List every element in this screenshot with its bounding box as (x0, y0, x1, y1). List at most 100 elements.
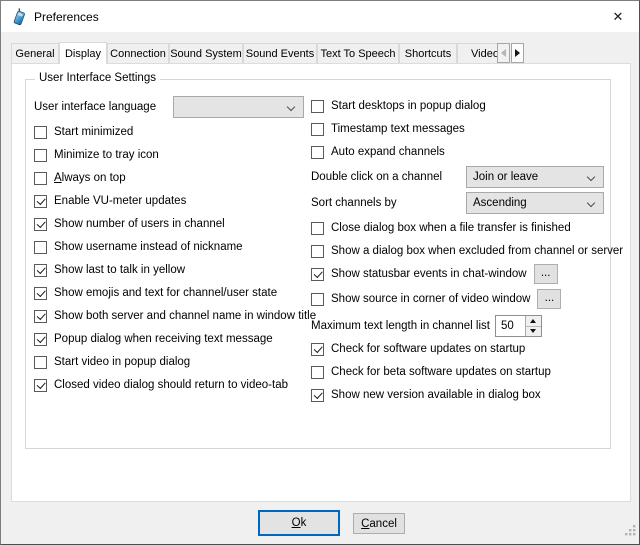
checkbox-label: Check for software updates on startup (331, 343, 525, 355)
max-text-length-spinbox[interactable]: 50 (495, 315, 542, 337)
checkbox[interactable] (311, 389, 324, 402)
checkbox[interactable] (34, 264, 47, 277)
arrow-right-icon (515, 49, 520, 57)
checkbox-label: Timestamp text messages (331, 123, 465, 135)
checkbox[interactable] (34, 149, 47, 162)
checkbox[interactable] (34, 333, 47, 346)
checkbox-start-video-in-popup[interactable]: Start video in popup dialog (34, 353, 190, 371)
arrow-left-icon (501, 49, 506, 57)
spinbox-value: 50 (496, 316, 525, 336)
checkbox-label: Show source in corner of video window (331, 293, 530, 305)
tab-text-to-speech[interactable]: Text To Speech (317, 43, 399, 63)
close-button[interactable]: ✕ (605, 7, 631, 27)
checkbox-label: Show emojis and text for channel/user st… (54, 287, 277, 299)
group-box-title: User Interface Settings (35, 72, 160, 84)
checkbox-show-server-and-channel-name[interactable]: Show both server and channel name in win… (34, 307, 316, 325)
checkbox-popup-dialog-text-message[interactable]: Popup dialog when receiving text message (34, 330, 273, 348)
ok-button-label: Ok (292, 517, 307, 529)
checkbox-show-new-version[interactable]: Show new version available in dialog box (311, 386, 541, 404)
checkbox[interactable] (311, 146, 324, 159)
video-source-more-button[interactable]: ... (537, 289, 561, 309)
checkbox[interactable] (311, 343, 324, 356)
checkbox-timestamp-messages[interactable]: Timestamp text messages (311, 120, 465, 138)
checkbox-show-username-instead-of-nickname[interactable]: Show username instead of nickname (34, 238, 243, 256)
statusbar-events-more-button[interactable]: ... (534, 264, 558, 284)
tab-general[interactable]: General (11, 43, 59, 63)
checkbox[interactable] (34, 195, 47, 208)
language-combobox[interactable] (173, 96, 304, 118)
tab-display[interactable]: Display (59, 42, 107, 64)
checkbox[interactable] (34, 379, 47, 392)
double-click-label-row: Double click on a channel (311, 168, 442, 186)
checkbox-label: Close dialog box when a file transfer is… (331, 222, 571, 234)
checkbox-label: Show last to talk in yellow (54, 264, 185, 276)
checkbox-label: Popup dialog when receiving text message (54, 333, 273, 345)
checkbox-label: Start minimized (54, 126, 133, 138)
checkbox-check-updates[interactable]: Check for software updates on startup (311, 340, 525, 358)
tab-scroll-buttons (497, 43, 524, 63)
checkbox-start-desktops-popup[interactable]: Start desktops in popup dialog (311, 97, 486, 115)
double-click-label: Double click on a channel (311, 171, 442, 183)
checkbox[interactable] (34, 356, 47, 369)
checkbox-label: Always on top (54, 172, 126, 184)
arrow-up-icon (530, 319, 536, 323)
checkbox[interactable] (311, 366, 324, 379)
checkbox[interactable] (311, 123, 324, 136)
checkbox[interactable] (311, 100, 324, 113)
checkbox-show-last-to-talk[interactable]: Show last to talk in yellow (34, 261, 185, 279)
checkbox-minimize-to-tray-icon[interactable]: Minimize to tray icon (34, 146, 159, 164)
tab-sound-events[interactable]: Sound Events (243, 43, 317, 63)
tab-bar: General Display Connection Sound System … (11, 42, 498, 64)
combobox-value: Join or leave (473, 171, 538, 183)
spin-up-button[interactable] (526, 316, 541, 327)
checkbox[interactable] (34, 126, 47, 139)
max-text-length-row: Maximum text length in channel list 50 (311, 315, 542, 337)
checkbox-show-dialog-excluded[interactable]: Show a dialog box when excluded from cha… (311, 242, 623, 260)
checkbox[interactable] (34, 218, 47, 231)
checkbox[interactable] (311, 222, 324, 235)
checkbox-label: Show statusbar events in chat-window (331, 268, 527, 280)
checkbox-show-source-video[interactable]: Show source in corner of video window ..… (311, 289, 561, 309)
tab-scroll-right-button[interactable] (511, 43, 524, 63)
tab-shortcuts[interactable]: Shortcuts (399, 43, 457, 63)
checkbox-always-on-top[interactable]: Always on top (34, 169, 126, 187)
cancel-button[interactable]: Cancel (353, 513, 405, 534)
spin-down-button[interactable] (526, 327, 541, 337)
checkbox-label: Show number of users in channel (54, 218, 225, 230)
tab-video[interactable]: Video (457, 43, 498, 63)
checkbox[interactable] (34, 172, 47, 185)
checkbox-show-statusbar-events[interactable]: Show statusbar events in chat-window ... (311, 264, 558, 284)
checkbox-close-dialog-file-transfer[interactable]: Close dialog box when a file transfer is… (311, 219, 571, 237)
checkbox[interactable] (34, 241, 47, 254)
tab-connection[interactable]: Connection (107, 43, 169, 63)
language-row: User interface language (34, 98, 156, 116)
language-label: User interface language (34, 101, 156, 113)
checkbox-closed-video-return[interactable]: Closed video dialog should return to vid… (34, 376, 288, 394)
checkbox-show-number-of-users[interactable]: Show number of users in channel (34, 215, 225, 233)
checkbox-check-beta-updates[interactable]: Check for beta software updates on start… (311, 363, 551, 381)
chevron-down-icon (287, 103, 295, 111)
checkbox-auto-expand-channels[interactable]: Auto expand channels (311, 143, 445, 161)
checkbox[interactable] (34, 310, 47, 323)
checkbox[interactable] (311, 245, 324, 258)
checkbox[interactable] (311, 268, 324, 281)
ok-button[interactable]: Ok (258, 510, 340, 536)
tab-scroll-left-button[interactable] (497, 43, 510, 63)
checkbox-enable-vu-meter-updates[interactable]: Enable VU-meter updates (34, 192, 186, 210)
close-icon: ✕ (613, 9, 624, 25)
checkbox[interactable] (311, 293, 324, 306)
checkbox[interactable] (34, 287, 47, 300)
sort-channels-combobox[interactable]: Ascending (466, 192, 604, 214)
checkbox-start-minimized[interactable]: Start minimized (34, 123, 133, 141)
checkbox-label: Start video in popup dialog (54, 356, 190, 368)
cancel-button-label: Cancel (361, 518, 397, 530)
double-click-combobox[interactable]: Join or leave (466, 166, 604, 188)
checkbox-show-emojis[interactable]: Show emojis and text for channel/user st… (34, 284, 277, 302)
resize-grip[interactable] (625, 523, 636, 541)
tab-sound-system[interactable]: Sound System (169, 43, 243, 63)
max-text-length-label: Maximum text length in channel list (311, 320, 490, 332)
checkbox-label: Check for beta software updates on start… (331, 366, 551, 378)
titlebar[interactable]: Preferences ✕ (1, 1, 639, 32)
combobox-value: Ascending (473, 197, 527, 209)
checkbox-label: Closed video dialog should return to vid… (54, 379, 288, 391)
